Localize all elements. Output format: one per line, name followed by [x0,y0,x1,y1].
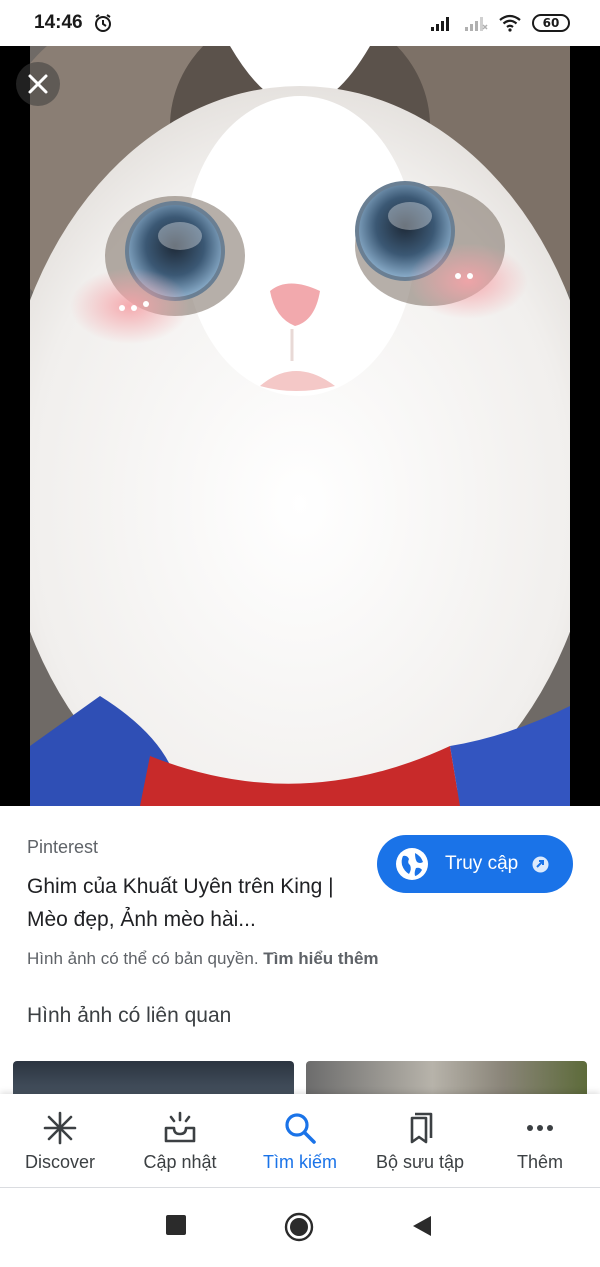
more-icon [527,1125,553,1131]
related-heading: Hình ảnh có liên quan [27,1004,232,1027]
battery-icon: 60 [532,14,570,32]
nav-label: Tìm kiếm [263,1152,337,1172]
nav-search[interactable]: Tìm kiếm [240,1094,360,1187]
home-icon[interactable] [284,1212,314,1242]
close-icon [28,74,48,94]
status-icons: 60 [430,14,570,32]
nav-more[interactable]: Thêm [480,1094,600,1187]
nav-discover[interactable]: Discover [0,1094,120,1187]
copyright-notice: Hình ảnh có thể có bản quyền. Tìm hiểu t… [27,949,379,969]
open-icon [532,856,549,872]
collections-icon [410,1112,433,1144]
system-navigation [0,1188,600,1267]
nav-label: Bộ sưu tập [375,1152,465,1172]
search-icon [285,1113,316,1144]
status-bar: 14:46 60 [0,0,600,46]
wifi-icon [499,14,521,32]
nav-label: Thêm [516,1152,563,1172]
nav-collections[interactable]: Bộ sưu tập [360,1094,480,1187]
signal-icon [431,17,449,31]
inbox-icon [164,1111,196,1143]
learn-more-link[interactable]: Tìm hiểu thêm [263,949,378,968]
asterisk-icon [43,1111,77,1145]
battery-level: 60 [542,16,560,30]
status-time: 14:46 [34,12,83,33]
globe-icon [396,848,428,880]
nav-label: Discover [24,1152,95,1172]
visit-label: Truy cập [445,853,519,874]
copyright-text: Hình ảnh có thể có bản quyền. [27,949,259,968]
back-icon[interactable] [411,1214,433,1238]
recents-icon[interactable] [165,1214,187,1236]
result-info: Pinterest Ghim của Khuất Uyên trên King … [0,806,600,1101]
nav-updates[interactable]: Cập nhật [120,1094,240,1187]
cat-photo[interactable] [30,46,570,806]
result-title[interactable]: Ghim của Khuất Uyên trên King | Mèo đẹp,… [27,870,367,936]
signal-weak-icon [465,17,488,31]
image-viewer[interactable] [0,46,600,806]
bottom-navigation: Discover Cập nhật Tìm kiếm Bộ sưu tập Th… [0,1094,600,1188]
alarm-icon [94,14,111,32]
source-name[interactable]: Pinterest [27,837,98,858]
close-button[interactable] [16,62,60,106]
visit-button[interactable]: Truy cập [377,835,573,893]
nav-label: Cập nhật [143,1152,217,1172]
